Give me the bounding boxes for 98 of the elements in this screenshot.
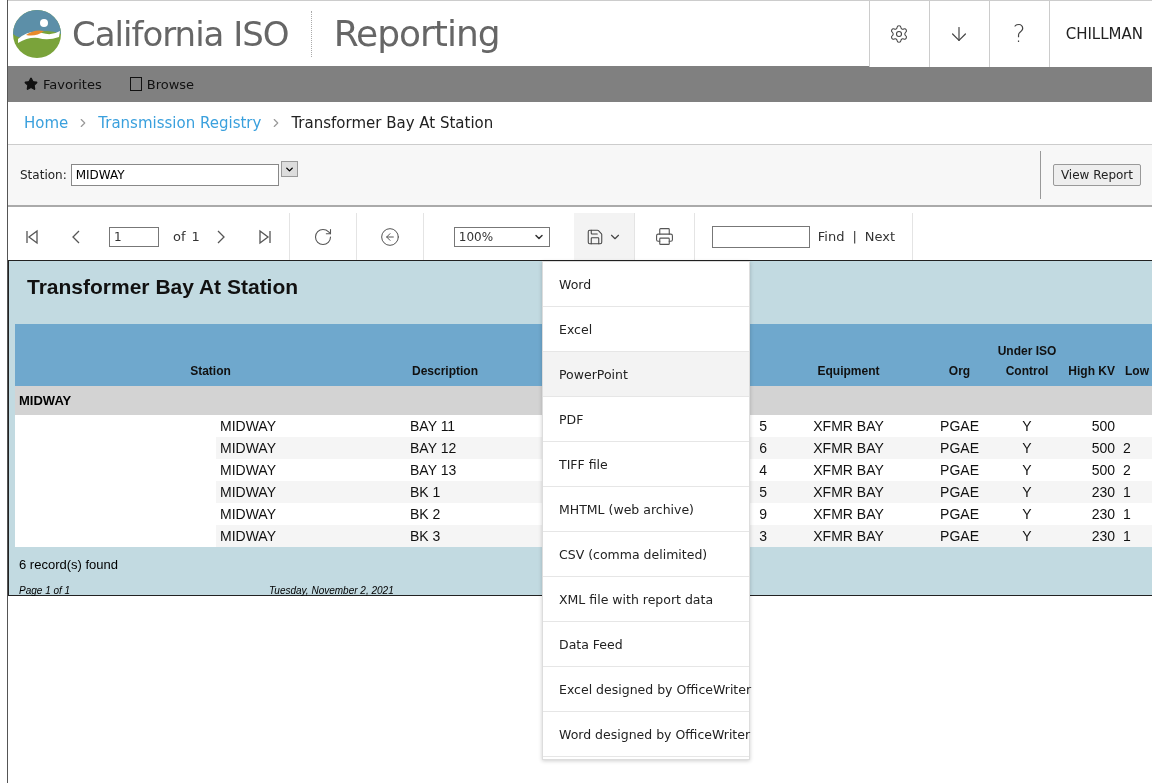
- column-header: High KV: [1068, 364, 1115, 378]
- column-header: Under ISO Control: [997, 344, 1057, 378]
- dropdown-button[interactable]: [280, 161, 298, 177]
- logo-text: California ISO: [72, 13, 289, 54]
- table-cell: BAY 13: [410, 462, 457, 478]
- next-link[interactable]: Next: [864, 229, 896, 244]
- column-header: Org: [948, 364, 971, 378]
- table-cell: 2: [1123, 462, 1131, 478]
- table-cell: MIDWAY: [220, 506, 276, 522]
- table-cell: Y: [1022, 462, 1032, 478]
- export-button[interactable]: [573, 213, 634, 260]
- report-title: Transformer Bay At Station: [27, 275, 299, 300]
- logo-icon: [12, 8, 62, 59]
- table-cell: 9: [759, 506, 767, 522]
- table-cell: PGAE: [940, 418, 979, 434]
- app-title: Reporting: [333, 13, 500, 54]
- table-cell: XFMR BAY: [813, 462, 884, 478]
- menu-item[interactable]: Word designed by OfficeWriter: [543, 712, 749, 757]
- table-cell: 230: [1091, 484, 1115, 500]
- print-button[interactable]: [654, 227, 674, 246]
- table-cell: MIDWAY: [220, 484, 276, 500]
- table-cell: XFMR BAY: [813, 506, 884, 522]
- table-cell: MIDWAY: [220, 418, 276, 434]
- page-icon: [129, 77, 142, 91]
- table-cell: XFMR BAY: [813, 418, 884, 434]
- menu-item[interactable]: CSV (comma delimited): [543, 532, 749, 577]
- table-cell: MIDWAY: [220, 462, 276, 478]
- table-cell: BK 1: [410, 484, 441, 500]
- table-cell: Y: [1022, 528, 1032, 544]
- view-report-button[interactable]: View Report: [1052, 164, 1141, 186]
- table-cell: BAY 11: [410, 418, 456, 434]
- printer-icon: [654, 227, 674, 246]
- table-cell: XFMR BAY: [813, 440, 884, 456]
- menu-item[interactable]: XML file with report data: [543, 577, 749, 622]
- station-field[interactable]: MIDWAY: [70, 164, 279, 186]
- menu-item[interactable]: Excel: [543, 307, 749, 352]
- table-cell: 6: [759, 440, 767, 456]
- table-cell: 1: [1123, 528, 1131, 544]
- table-cell: 230: [1091, 506, 1115, 522]
- table-cell: BAY 12: [410, 440, 457, 456]
- menu-item[interactable]: TIFF file: [543, 442, 749, 487]
- table-cell: 2: [1123, 440, 1131, 456]
- table-cell: 4: [759, 462, 767, 478]
- page-footer: Page 1 of 1: [19, 585, 269, 597]
- station-label: Station:: [20, 168, 67, 182]
- table-cell: Y: [1022, 440, 1032, 456]
- page-of-label: of: [173, 229, 186, 244]
- settings-icon: [889, 23, 910, 44]
- table-cell: XFMR BAY: [813, 484, 884, 500]
- table-cell: PGAE: [940, 462, 979, 478]
- table-cell: 1: [1123, 506, 1131, 522]
- table-cell: 5: [759, 418, 767, 434]
- menu-item[interactable]: MHTML (web archive): [543, 487, 749, 532]
- table-cell: XFMR BAY: [813, 528, 884, 544]
- table-cell: 500: [1091, 418, 1115, 434]
- table-cell: BK 2: [410, 506, 441, 522]
- find-link[interactable]: Find: [817, 229, 845, 244]
- first-page-button[interactable]: [25, 228, 39, 245]
- record-count: 6 record(s) found: [19, 557, 118, 574]
- table-cell: MIDWAY: [220, 440, 276, 456]
- table-cell: BK 3: [410, 528, 441, 544]
- table-cell: 500: [1091, 462, 1115, 478]
- zoom-select[interactable]: 100%: [453, 226, 550, 247]
- find-field[interactable]: [711, 225, 810, 248]
- nav-item[interactable]: Browse: [129, 76, 195, 92]
- user-button[interactable]: CHILLMAN: [1048, 0, 1152, 67]
- page-field[interactable]: 1: [109, 226, 159, 247]
- last-page-button[interactable]: [257, 228, 272, 245]
- help-button[interactable]: ?: [988, 0, 1049, 67]
- menu-item[interactable]: PDF: [543, 397, 749, 442]
- refresh-icon: [312, 226, 333, 247]
- column-header: Description: [412, 364, 479, 378]
- star-icon: [24, 77, 38, 91]
- table-cell: PGAE: [940, 506, 979, 522]
- nav-item[interactable]: Favorites: [24, 76, 102, 92]
- table-cell: Y: [1022, 484, 1032, 500]
- menu-item[interactable]: Excel designed by OfficeWriter: [543, 667, 749, 712]
- table-cell: 1: [1123, 484, 1131, 500]
- breadcrumb-current: Transformer Bay At Station: [291, 114, 494, 132]
- table-cell: 230: [1091, 528, 1115, 544]
- table-cell: Y: [1022, 418, 1032, 434]
- table-cell: PGAE: [940, 440, 979, 456]
- column-header: Station: [190, 364, 231, 378]
- table-cell: 5: [759, 484, 767, 500]
- table-cell: 500: [1091, 440, 1115, 456]
- column-header: Equipment: [817, 364, 880, 378]
- table-cell: Y: [1022, 506, 1032, 522]
- page-total: 1: [191, 229, 200, 244]
- table-cell: PGAE: [940, 484, 979, 500]
- table-cell: PGAE: [940, 528, 979, 544]
- menu-item[interactable]: Data Feed: [543, 622, 749, 667]
- separator: |: [852, 229, 857, 244]
- menu-item[interactable]: PowerPoint: [543, 352, 749, 397]
- column-header: Low: [1125, 364, 1149, 378]
- table-cell: 3: [759, 528, 767, 544]
- table-cell: MIDWAY: [220, 528, 276, 544]
- menu-item[interactable]: Word: [543, 262, 749, 307]
- report-date: Tuesday, November 2, 2021: [269, 585, 394, 597]
